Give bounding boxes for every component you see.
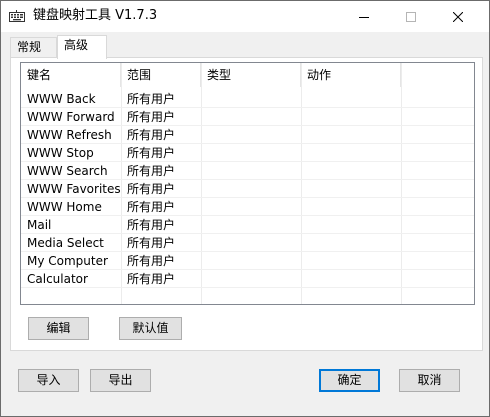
ok-button[interactable]: 确定 [319,369,380,392]
close-icon [453,11,463,22]
row-divider [21,287,474,288]
cell-action [301,144,401,162]
cell-key: WWW Back [27,92,96,106]
title-bar[interactable]: 键盘映射工具 V1.7.3 [1,1,489,32]
cell-type [201,162,301,180]
cell-type [201,90,301,108]
table-row[interactable]: WWW Home 所有用户 [21,198,474,216]
cell-scope: 所有用户 [127,92,176,106]
cell-scope: 所有用户 [127,254,176,268]
cell-type [201,180,301,198]
table-row[interactable]: WWW Search 所有用户 [21,162,474,180]
cell-action [301,252,401,270]
keyboard-icon [9,10,25,22]
cell-scope: 所有用户 [127,110,176,124]
key-mapping-list[interactable]: 键名 范围 类型 动作 WWW Back 所有用户 WWW Forward 所有用户 W… [20,62,475,305]
cell-key: Calculator [27,272,88,286]
cell-key: WWW Home [27,200,102,214]
cell-type [201,252,301,270]
cell-scope: 所有用户 [127,272,176,286]
cell-scope: 所有用户 [127,236,176,250]
table-row[interactable]: WWW Stop 所有用户 [21,144,474,162]
table-row[interactable]: Media Select 所有用户 [21,234,474,252]
tab-advanced[interactable]: 高级 [57,35,107,59]
column-header-scope[interactable]: 范围 [121,63,201,87]
cell-key: Mail [27,218,52,232]
maximize-icon [406,11,416,22]
cell-scope: 所有用户 [127,200,176,214]
cell-action [301,216,401,234]
cell-action [301,270,401,288]
cell-action [301,126,401,144]
cell-key: WWW Favorites [27,182,121,196]
window-title: 键盘映射工具 V1.7.3 [33,8,158,23]
cell-type [201,216,301,234]
table-row[interactable]: My Computer 所有用户 [21,252,474,270]
table-row[interactable]: Mail 所有用户 [21,216,474,234]
cell-key: Media Select [27,236,104,250]
column-header-key[interactable]: 键名 [21,63,121,87]
cell-key: WWW Forward [27,110,115,124]
cell-key: WWW Stop [27,146,94,160]
table-row[interactable]: Calculator 所有用户 [21,270,474,288]
table-row[interactable]: WWW Favorites 所有用户 [21,180,474,198]
cell-action [301,162,401,180]
cell-action [301,198,401,216]
maximize-button[interactable] [388,1,434,32]
main-window: 键盘映射工具 V1.7.3 常规 高级 键名 范围 类型 动作 WWW Back… [0,0,490,417]
table-row[interactable]: WWW Forward 所有用户 [21,108,474,126]
cell-type [201,108,301,126]
cell-scope: 所有用户 [127,146,176,160]
edit-button[interactable]: 编辑 [28,317,89,340]
cell-action [301,180,401,198]
table-row[interactable]: WWW Back 所有用户 [21,90,474,108]
minimize-button[interactable] [341,1,387,32]
cell-scope: 所有用户 [127,128,176,142]
column-header-action[interactable]: 动作 [301,63,401,87]
cell-type [201,198,301,216]
cell-action [301,234,401,252]
import-button[interactable]: 导入 [18,369,79,392]
cell-key: My Computer [27,254,108,268]
cell-type [201,144,301,162]
export-button[interactable]: 导出 [90,369,151,392]
cell-type [201,270,301,288]
cell-type [201,234,301,252]
cell-action [301,90,401,108]
list-header: 键名 范围 类型 动作 [21,63,474,87]
cell-action [301,108,401,126]
cancel-button[interactable]: 取消 [399,369,460,392]
cell-scope: 所有用户 [127,218,176,232]
advanced-tab-panel: 键名 范围 类型 动作 WWW Back 所有用户 WWW Forward 所有用户 W… [10,57,483,351]
tab-general[interactable]: 常规 [10,37,57,58]
cell-scope: 所有用户 [127,164,176,178]
table-row[interactable]: WWW Refresh 所有用户 [21,126,474,144]
minimize-icon [359,12,369,22]
column-header-type[interactable]: 类型 [201,63,301,87]
cell-type [201,126,301,144]
cell-key: WWW Refresh [27,128,112,142]
default-value-button[interactable]: 默认值 [119,317,182,340]
close-button[interactable] [435,1,481,32]
cell-key: WWW Search [27,164,108,178]
cell-scope: 所有用户 [127,182,176,196]
